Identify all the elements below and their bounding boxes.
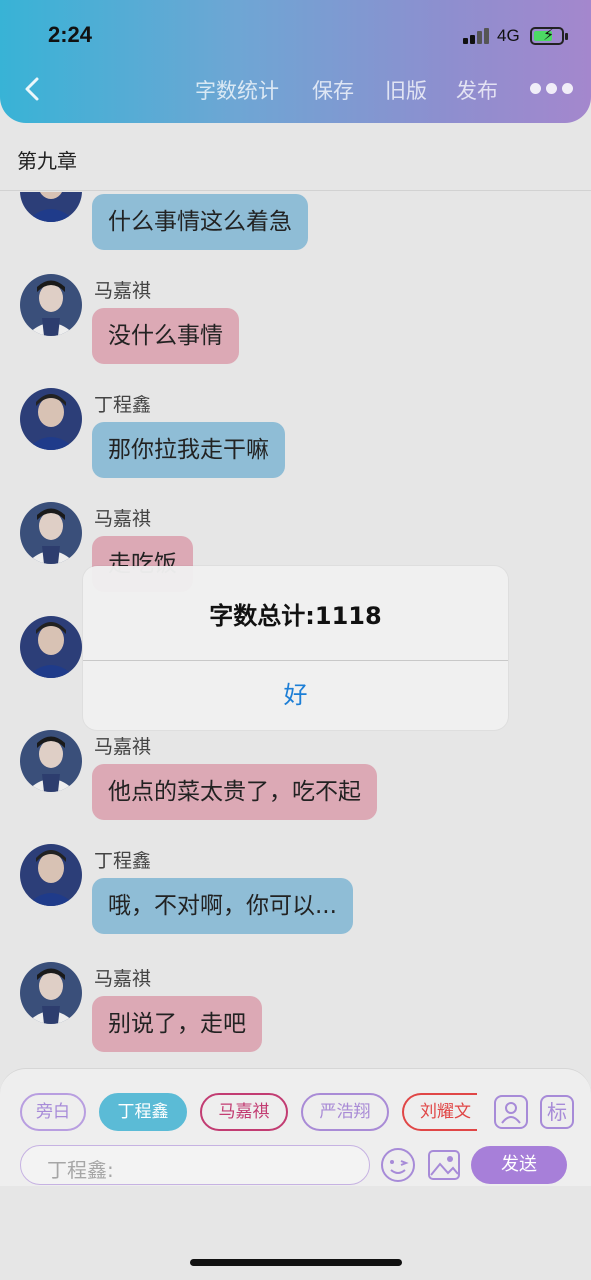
battery-icon: ⚡ bbox=[530, 26, 568, 45]
avatar[interactable] bbox=[20, 844, 82, 906]
message-bubble[interactable]: 没什么事情 bbox=[92, 308, 239, 364]
more-options-icon[interactable] bbox=[530, 83, 574, 95]
avatar[interactable] bbox=[20, 962, 82, 1024]
speaker-name: 马嘉祺 bbox=[94, 280, 152, 302]
message-bubble[interactable]: 什么事情这么着急 bbox=[92, 194, 308, 250]
chapter-header: 第九章 bbox=[0, 123, 591, 191]
role-chip-yan[interactable]: 严浩翔 bbox=[301, 1093, 389, 1131]
avatar[interactable] bbox=[20, 388, 82, 450]
word-count-button[interactable]: 字数统计 bbox=[195, 75, 279, 105]
image-icon[interactable] bbox=[426, 1147, 462, 1183]
home-indicator[interactable] bbox=[190, 1259, 402, 1266]
speaker-name: 马嘉祺 bbox=[94, 968, 152, 990]
message-input[interactable]: 丁程鑫: bbox=[20, 1145, 370, 1185]
network-type: 4G bbox=[497, 26, 520, 45]
avatar[interactable] bbox=[20, 730, 82, 792]
message-bubble[interactable]: 别说了，走吧 bbox=[92, 996, 262, 1052]
alert-title: 字数总计:1118 bbox=[209, 602, 382, 630]
save-button[interactable]: 保存 bbox=[312, 75, 354, 105]
add-character-icon[interactable] bbox=[494, 1095, 528, 1129]
role-chip-liu[interactable]: 刘耀文 bbox=[402, 1093, 477, 1131]
signal-icon bbox=[463, 28, 491, 44]
chapter-title: 第九章 bbox=[17, 149, 77, 173]
emoji-icon[interactable] bbox=[380, 1147, 416, 1183]
publish-button[interactable]: 发布 bbox=[456, 75, 498, 105]
message-bubble[interactable]: 那你拉我走干嘛 bbox=[92, 422, 285, 478]
message-bubble[interactable]: 哦，不对啊，你可以... bbox=[92, 878, 353, 934]
speaker-name: 马嘉祺 bbox=[94, 736, 152, 758]
back-icon[interactable] bbox=[18, 74, 48, 104]
tag-icon[interactable]: 标 bbox=[540, 1095, 574, 1129]
old-version-button[interactable]: 旧版 bbox=[385, 75, 427, 105]
role-chip-ma[interactable]: 马嘉祺 bbox=[200, 1093, 288, 1131]
composer-panel: 旁白 丁程鑫 马嘉祺 严浩翔 刘耀文 标 丁程鑫: 发送 bbox=[0, 1068, 591, 1186]
word-count-alert: 字数总计:1118 好 bbox=[83, 566, 508, 730]
avatar[interactable] bbox=[20, 192, 82, 222]
status-bar: 2:24 4G ⚡ bbox=[0, 0, 591, 70]
header-bar: 2:24 4G ⚡ 字数统计 保存 旧版 发布 bbox=[0, 0, 591, 123]
nav-bar: 字数统计 保存 旧版 发布 bbox=[0, 70, 591, 110]
status-time: 2:24 bbox=[48, 22, 93, 47]
speaker-name: 丁程鑫 bbox=[94, 850, 152, 872]
send-button[interactable]: 发送 bbox=[471, 1146, 567, 1184]
speaker-name: 马嘉祺 bbox=[94, 508, 152, 530]
role-chip-narration[interactable]: 旁白 bbox=[20, 1093, 86, 1131]
alert-ok-button[interactable]: 好 bbox=[83, 661, 508, 730]
role-chip-ding[interactable]: 丁程鑫 bbox=[99, 1093, 187, 1131]
avatar[interactable] bbox=[20, 502, 82, 564]
speaker-name: 丁程鑫 bbox=[94, 394, 152, 416]
avatar[interactable] bbox=[20, 616, 82, 678]
avatar[interactable] bbox=[20, 274, 82, 336]
message-input-placeholder: 丁程鑫: bbox=[47, 1158, 114, 1182]
message-bubble[interactable]: 他点的菜太贵了，吃不起 bbox=[92, 764, 377, 820]
